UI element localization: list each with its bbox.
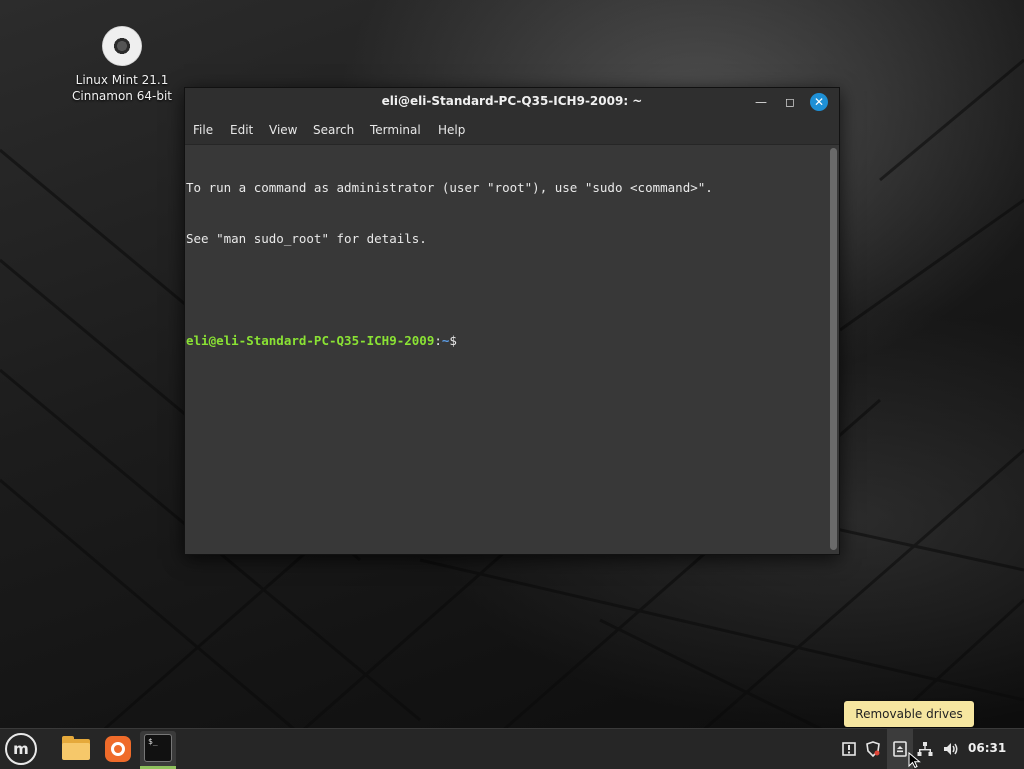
terminal-launcher[interactable]: $_ [140, 731, 176, 767]
mouse-pointer-icon [908, 752, 921, 768]
shield-icon[interactable] [864, 740, 882, 758]
terminal-output[interactable]: To run a command as administrator (user … [185, 145, 829, 553]
terminal-scrollbar[interactable] [830, 148, 837, 550]
menu-edit[interactable]: Edit [230, 123, 253, 137]
update-manager-icon[interactable] [840, 740, 858, 758]
removable-drives-tooltip: Removable drives [844, 701, 974, 727]
maximize-button[interactable]: ◻ [781, 93, 799, 111]
menu-view[interactable]: View [269, 123, 297, 137]
mint-menu-button[interactable]: m [5, 733, 37, 765]
terminal-menubar: File Edit View Search Terminal Help [185, 116, 839, 145]
menu-terminal[interactable]: Terminal [370, 123, 421, 137]
firefox-icon-inner [111, 742, 125, 756]
firefox-launcher[interactable] [102, 733, 134, 765]
linux-mint-logo-icon: m [13, 740, 29, 758]
menu-help[interactable]: Help [438, 123, 465, 137]
folder-icon-front [62, 743, 90, 760]
prompt-separator: : [434, 333, 442, 348]
window-titlebar[interactable]: eli@eli-Standard-PC-Q35-ICH9-2009: ~ — ◻… [185, 88, 839, 116]
close-button[interactable]: ✕ [810, 93, 828, 111]
volume-icon[interactable] [942, 740, 960, 758]
terminal-line: See "man sudo_root" for details. [186, 231, 427, 246]
minimize-button[interactable]: — [752, 93, 770, 111]
menu-file[interactable]: File [193, 123, 213, 137]
prompt-user-host: eli@eli-Standard-PC-Q35-ICH9-2009 [186, 333, 435, 348]
window-title: eli@eli-Standard-PC-Q35-ICH9-2009: ~ [381, 94, 643, 108]
files-launcher[interactable] [60, 733, 92, 765]
disc-icon [102, 26, 142, 66]
desktop-icon-linux-mint[interactable]: Linux Mint 21.1 Cinnamon 64-bit [62, 24, 182, 104]
scrollbar-thumb[interactable] [830, 148, 837, 550]
terminal-icon: $_ [144, 734, 172, 762]
terminal-window[interactable]: eli@eli-Standard-PC-Q35-ICH9-2009: ~ — ◻… [184, 87, 840, 555]
prompt-symbol: $ [449, 333, 457, 348]
desktop-icon-label: Linux Mint 21.1 Cinnamon 64-bit [72, 73, 172, 103]
menu-search[interactable]: Search [313, 123, 354, 137]
minimize-icon: — [755, 95, 767, 109]
terminal-line: To run a command as administrator (user … [186, 180, 713, 195]
close-icon: ✕ [813, 95, 825, 109]
bottom-panel: m $_ 06:31 [0, 728, 1024, 769]
clock[interactable]: 06:31 [968, 741, 1006, 755]
maximize-icon: ◻ [785, 95, 795, 109]
terminal-prompt: eli@eli-Standard-PC-Q35-ICH9-2009:~$ [186, 332, 713, 349]
removable-drives-icon[interactable] [891, 740, 909, 758]
